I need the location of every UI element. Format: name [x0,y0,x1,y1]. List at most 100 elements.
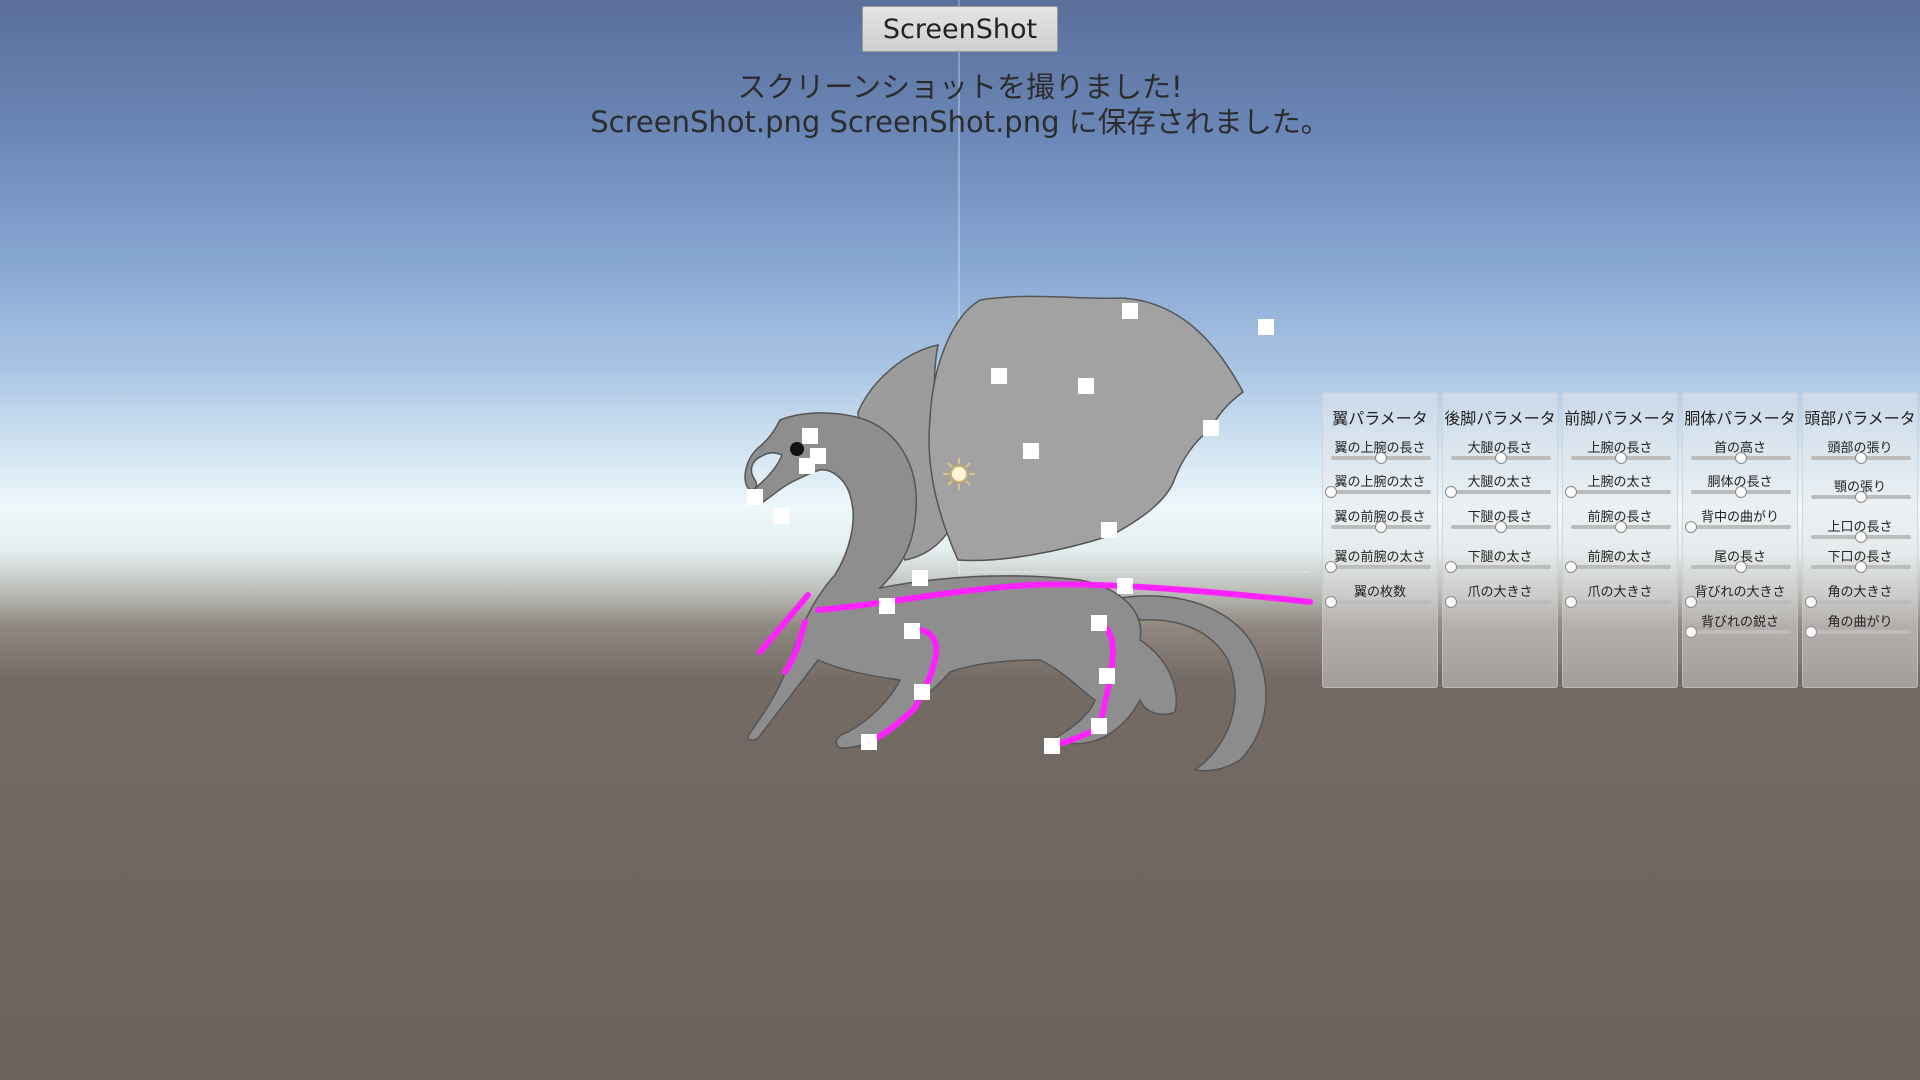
panel-title: 胴体パラメータ [1684,409,1796,428]
dragon-front-wing [928,295,1244,562]
panel-title: 翼パラメータ [1332,409,1428,428]
slider-thumb[interactable] [1375,452,1387,464]
slider-track[interactable] [1811,600,1911,604]
parameter-slider[interactable]: 翼の前腕の長さ [1323,506,1437,534]
slider-label: 角の曲がり [1827,615,1893,630]
slider-thumb[interactable] [1325,596,1337,608]
parameter-slider[interactable]: 前腕の太さ [1563,546,1677,574]
bone-handle[interactable] [1078,378,1094,394]
slider-thumb[interactable] [1735,486,1747,498]
bone-handle[interactable] [1044,738,1060,754]
parameter-slider[interactable]: 上腕の太さ [1563,471,1677,499]
slider-thumb[interactable] [1805,626,1817,638]
slider-label: 上腕の太さ [1587,475,1653,490]
parameter-slider[interactable]: 胴体の長さ [1683,471,1797,499]
parameter-slider[interactable]: 下腿の長さ [1443,506,1557,534]
slider-thumb[interactable] [1445,596,1457,608]
parameter-slider[interactable]: 翼の上腕の長さ [1323,437,1437,465]
slider-track[interactable] [1571,490,1671,494]
bone-handle[interactable] [773,508,789,524]
parameter-slider[interactable]: 爪の大きさ [1563,581,1677,609]
slider-track[interactable] [1451,600,1551,604]
slider-label: 爪の大きさ [1587,585,1653,600]
bone-handle[interactable] [799,458,815,474]
slider-thumb[interactable] [1735,452,1747,464]
slider-thumb[interactable] [1685,626,1697,638]
parameter-slider[interactable]: 爪の大きさ [1443,581,1557,609]
parameter-slider[interactable]: 角の曲がり [1803,611,1917,639]
slider-track[interactable] [1331,490,1431,494]
bone-handle[interactable] [802,428,818,444]
parameter-slider[interactable]: 下腿の太さ [1443,546,1557,574]
bone-handle[interactable] [991,368,1007,384]
parameter-slider[interactable]: 前腕の長さ [1563,506,1677,534]
slider-thumb[interactable] [1375,521,1387,533]
parameter-slider[interactable]: 下口の長さ [1803,546,1917,574]
bone-handle[interactable] [1203,420,1219,436]
bone-handle[interactable] [1258,319,1274,335]
slider-thumb[interactable] [1495,521,1507,533]
slider-thumb[interactable] [1685,596,1697,608]
bone-handle[interactable] [1117,578,1133,594]
slider-track[interactable] [1451,565,1551,569]
slider-track[interactable] [1691,525,1791,529]
bone-handle[interactable] [861,734,877,750]
bone-handle[interactable] [879,598,895,614]
slider-track[interactable] [1811,630,1911,634]
slider-thumb[interactable] [1325,561,1337,573]
bone-handle[interactable] [1122,303,1138,319]
slider-label: 背びれの大きさ [1694,585,1786,600]
slider-track[interactable] [1571,600,1671,604]
parameter-slider[interactable]: 背びれの大きさ [1683,581,1797,609]
parameter-slider[interactable]: 上口の長さ [1803,516,1917,544]
parameter-slider[interactable]: 頭部の張り [1803,437,1917,465]
bone-handle[interactable] [1101,522,1117,538]
parameter-slider[interactable]: 顎の張り [1803,476,1917,504]
bone-handle[interactable] [1023,443,1039,459]
slider-thumb[interactable] [1855,561,1867,573]
bone-handle[interactable] [747,489,763,505]
parameter-slider[interactable]: 背中の曲がり [1683,506,1797,534]
slider-thumb[interactable] [1855,531,1867,543]
bone-handle[interactable] [1091,718,1107,734]
parameter-slider[interactable]: 翼の枚数 [1323,581,1437,609]
slider-track[interactable] [1331,565,1431,569]
screenshot-message-line2: ScreenShot.png ScreenShot.png に保存されました。 [590,105,1330,139]
slider-track[interactable] [1691,600,1791,604]
bone-handle[interactable] [914,684,930,700]
parameter-slider[interactable]: 角の大きさ [1803,581,1917,609]
screenshot-button[interactable]: ScreenShot [862,6,1058,52]
slider-thumb[interactable] [1805,596,1817,608]
bone-handle[interactable] [1091,615,1107,631]
slider-thumb[interactable] [1565,561,1577,573]
parameter-slider[interactable]: 大腿の太さ [1443,471,1557,499]
slider-track[interactable] [1691,630,1791,634]
slider-thumb[interactable] [1445,561,1457,573]
dragon-eye [790,442,804,456]
parameter-slider[interactable]: 上腕の長さ [1563,437,1677,465]
slider-thumb[interactable] [1615,521,1627,533]
hind-leg-parameter-panel: 後脚パラメータ 大腿の長さ 大腿の太さ 下腿の長さ 下腿の太さ 爪の大きさ [1442,392,1558,688]
parameter-slider[interactable]: 尾の長さ [1683,546,1797,574]
slider-thumb[interactable] [1445,486,1457,498]
parameter-slider[interactable]: 首の高さ [1683,437,1797,465]
parameter-slider[interactable]: 背びれの鋭さ [1683,611,1797,639]
parameter-slider[interactable]: 翼の上腕の太さ [1323,471,1437,499]
slider-thumb[interactable] [1615,452,1627,464]
slider-thumb[interactable] [1495,452,1507,464]
parameter-slider[interactable]: 大腿の長さ [1443,437,1557,465]
bone-handle[interactable] [912,570,928,586]
bone-handle[interactable] [1099,668,1115,684]
bone-handle[interactable] [904,623,920,639]
slider-thumb[interactable] [1565,486,1577,498]
slider-thumb[interactable] [1855,452,1867,464]
slider-track[interactable] [1451,490,1551,494]
slider-thumb[interactable] [1325,486,1337,498]
slider-thumb[interactable] [1735,561,1747,573]
slider-track[interactable] [1571,565,1671,569]
slider-thumb[interactable] [1685,521,1697,533]
slider-thumb[interactable] [1565,596,1577,608]
slider-track[interactable] [1331,600,1431,604]
slider-thumb[interactable] [1855,491,1867,503]
parameter-slider[interactable]: 翼の前腕の太さ [1323,546,1437,574]
